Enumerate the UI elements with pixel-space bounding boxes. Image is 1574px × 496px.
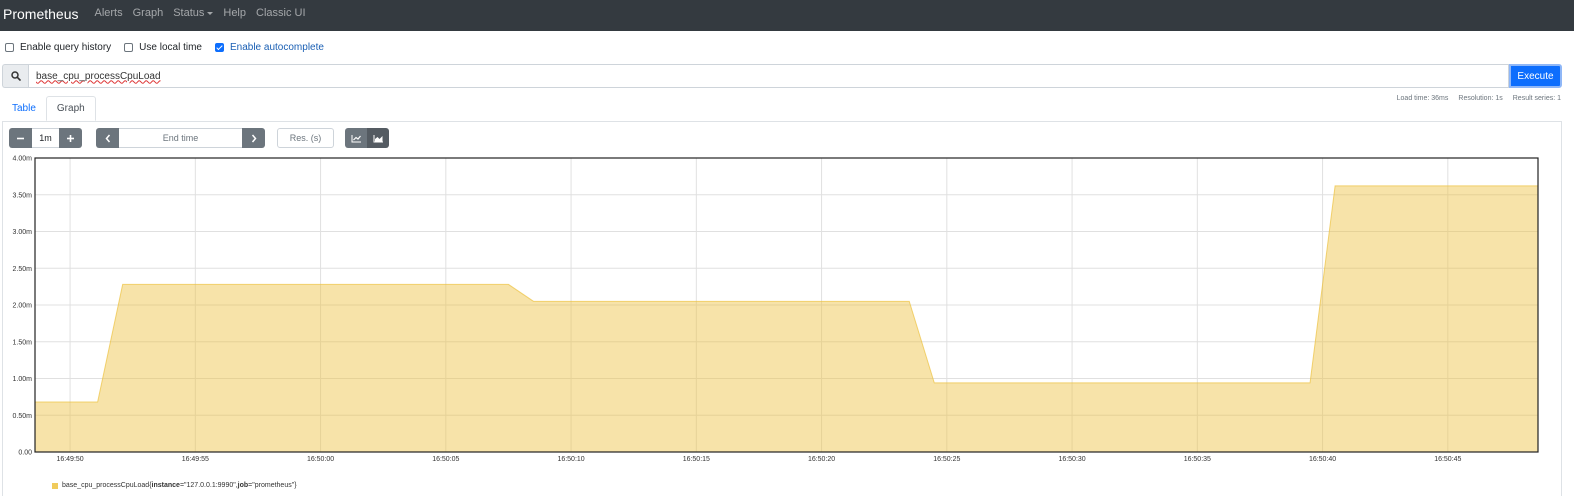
y-tick-label: 4.00m	[13, 156, 33, 163]
x-tick-label: 16:50:40	[1309, 456, 1336, 463]
legend-label-key: instance	[151, 482, 180, 489]
x-tick-label: 16:50:45	[1434, 456, 1461, 463]
y-tick-label: 0.50m	[13, 413, 33, 420]
x-tick-label: 16:50:25	[933, 456, 960, 463]
x-tick-label: 16:50:05	[432, 456, 459, 463]
x-tick-label: 16:49:50	[56, 456, 83, 463]
series-swatch	[52, 482, 58, 489]
legend-label-value: "127.0.0.1:9990"	[184, 482, 236, 489]
chart-legend[interactable]: base_cpu_processCpuLoad{instance = "127.0.…	[52, 482, 297, 489]
x-tick-label: 16:50:15	[683, 456, 710, 463]
x-tick-label: 16:50:00	[307, 456, 334, 463]
graph-chart[interactable]: 4.00m 3.50m 3.00m 2.50m 2.00m 1.50m 1.00m 0.50m…	[0, 0, 1574, 496]
x-tick-label: 16:50:20	[808, 456, 835, 463]
x-tick-label: 16:50:35	[1184, 456, 1211, 463]
legend-label-key: job	[237, 482, 249, 489]
x-tick-label: 16:50:10	[557, 456, 584, 463]
y-tick-label: 1.50m	[13, 339, 33, 346]
y-tick-label: 2.50m	[13, 266, 33, 273]
y-tick-label: 0.00	[18, 450, 32, 457]
x-tick-label: 16:50:30	[1058, 456, 1085, 463]
y-tick-label: 2.00m	[13, 303, 33, 310]
legend-label-value: "prometheus"	[252, 482, 295, 489]
y-tick-label: 3.00m	[13, 229, 33, 236]
y-tick-label: 1.00m	[13, 376, 33, 383]
x-tick-label: 16:49:55	[182, 456, 209, 463]
series-area	[35, 185, 1538, 452]
y-tick-label: 3.50m	[13, 192, 33, 199]
legend-series-name: base_cpu_processCpuLoad	[62, 482, 150, 489]
